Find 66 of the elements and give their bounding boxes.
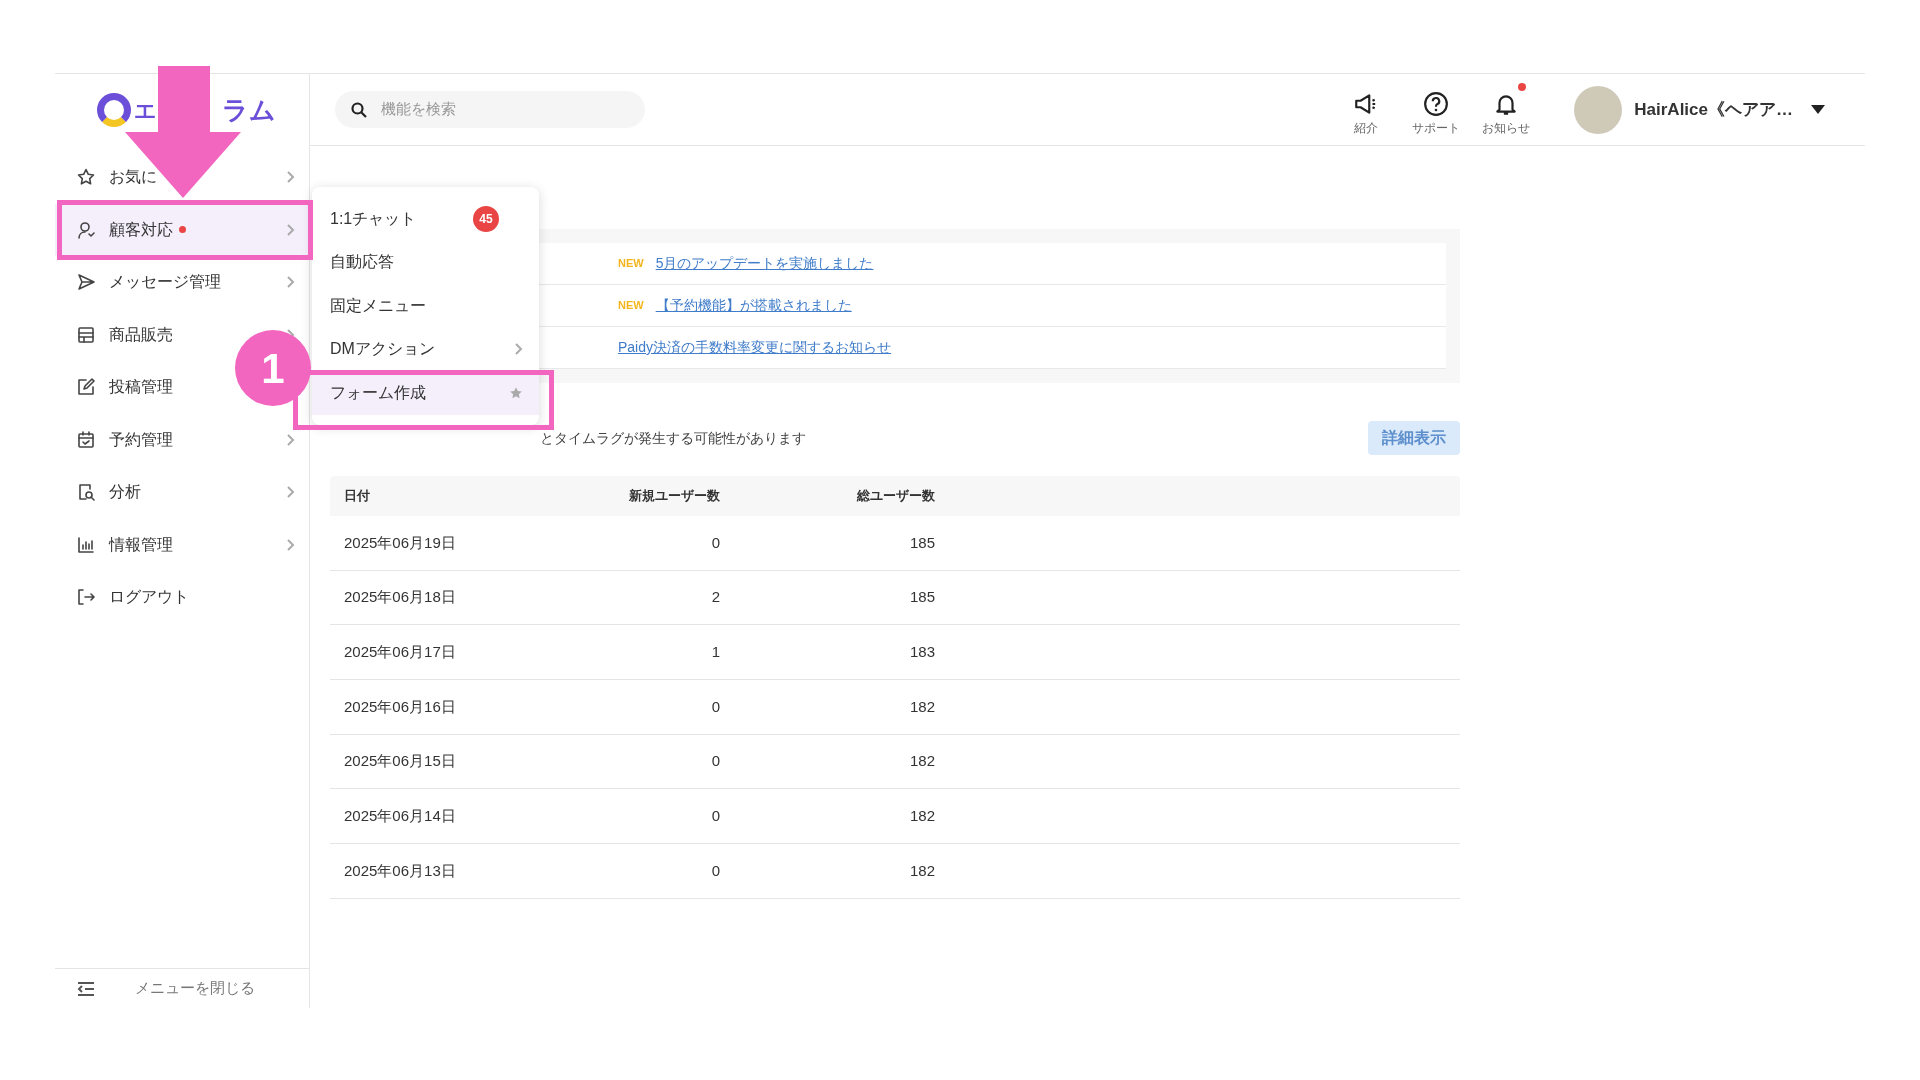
table-cell-text: 183 bbox=[908, 641, 935, 662]
person-icon bbox=[77, 220, 95, 239]
logo-text: エ bbox=[134, 96, 157, 125]
logo-mark bbox=[97, 93, 131, 127]
table-cell-text: 182 bbox=[908, 860, 935, 881]
table-cell-text: 185 bbox=[908, 532, 935, 553]
new-tag: NEW bbox=[618, 297, 644, 314]
submenu-item[interactable]: 1:1チャット 45 bbox=[312, 197, 539, 241]
table-cell-text: 2025年06月15日 bbox=[344, 751, 457, 772]
table-cell-text: 2025年06月18日 bbox=[344, 587, 457, 608]
send-icon bbox=[77, 273, 95, 292]
header-action-button[interactable]: サポート bbox=[1408, 82, 1465, 137]
calendar-icon bbox=[77, 430, 95, 449]
sidebar-item[interactable]: 予約管理 bbox=[55, 413, 309, 466]
table-cell-text: 0 bbox=[710, 532, 720, 553]
star-icon[interactable] bbox=[509, 385, 523, 400]
sidebar-item[interactable]: 分析 bbox=[55, 466, 309, 519]
search-field[interactable]: 機能を検索 bbox=[335, 91, 645, 128]
table-cell-text: 185 bbox=[908, 587, 935, 608]
table-cell-text: 2 bbox=[710, 587, 720, 608]
table-cell-text: 2025年06月14日 bbox=[344, 806, 457, 827]
column-header: 総ユーザー数 bbox=[856, 487, 935, 506]
notice-link[interactable]: Paidy決済の手数料率変更に関するお知らせ bbox=[618, 337, 892, 358]
table-cell-text: 182 bbox=[908, 696, 935, 717]
logout-icon bbox=[77, 588, 95, 607]
account-name[interactable]: HairAlice《ヘアア… bbox=[1634, 96, 1793, 123]
sidebar-item[interactable]: メッセージ管理 bbox=[55, 256, 309, 309]
search-input: 機能を検索 bbox=[381, 98, 601, 121]
star-icon bbox=[77, 168, 95, 187]
sidebar-item[interactable]: 情報管理 bbox=[55, 518, 309, 571]
table-cell-text: 2025年06月13日 bbox=[344, 860, 457, 881]
header-action-button[interactable]: お知らせ bbox=[1478, 82, 1535, 137]
note-text: とタイムラグが発生する可能性があります bbox=[540, 428, 806, 448]
count-badge: 45 bbox=[473, 205, 499, 232]
table-cell-text: 182 bbox=[908, 806, 935, 827]
table-cell-text: 2025年06月17日 bbox=[344, 641, 457, 662]
search-icon bbox=[351, 101, 367, 118]
submenu-item[interactable]: DMアクション bbox=[312, 327, 539, 371]
table-cell-text: 182 bbox=[908, 751, 935, 772]
close-menu-link[interactable]: メニューを閉じる bbox=[135, 977, 255, 1000]
sidebar-item[interactable]: ログアウト bbox=[55, 571, 309, 624]
submenu-item[interactable]: 自動応答 bbox=[312, 240, 539, 284]
help-icon bbox=[1423, 90, 1450, 117]
header-action-button[interactable]: 紹介 bbox=[1338, 82, 1395, 137]
submenu-item[interactable]: 固定メニュー bbox=[312, 284, 539, 328]
caret-icon[interactable] bbox=[1811, 105, 1825, 114]
notice-link[interactable]: 5月のアップデートを実施しました bbox=[655, 253, 874, 274]
sidebar-item[interactable]: 顧客対応 bbox=[55, 203, 309, 256]
logo-text: ラム bbox=[222, 93, 276, 127]
table-cell-text: 2025年06月16日 bbox=[344, 696, 457, 717]
notice-link[interactable]: 【予約機能】が搭載されました bbox=[655, 295, 852, 316]
column-header: 日付 bbox=[344, 487, 371, 506]
new-tag: NEW bbox=[618, 255, 644, 272]
table-cell-text: 2025年06月19日 bbox=[344, 532, 457, 553]
table-cell-text: 1 bbox=[710, 641, 720, 662]
table-cell-text: 0 bbox=[710, 806, 720, 827]
column-header: 新規ユーザー数 bbox=[628, 487, 720, 506]
document-search-icon bbox=[77, 483, 95, 502]
table-cell-text: 0 bbox=[710, 860, 720, 881]
table-cell-text: 0 bbox=[710, 751, 720, 772]
edit-icon bbox=[77, 378, 95, 397]
table-cell-text: 0 bbox=[710, 696, 720, 717]
bar-chart-icon bbox=[77, 535, 95, 554]
menu-collapse-icon[interactable] bbox=[77, 980, 95, 997]
sidebar-item[interactable]: お気に bbox=[55, 151, 309, 204]
step-number-overlay: 1 bbox=[235, 330, 311, 406]
